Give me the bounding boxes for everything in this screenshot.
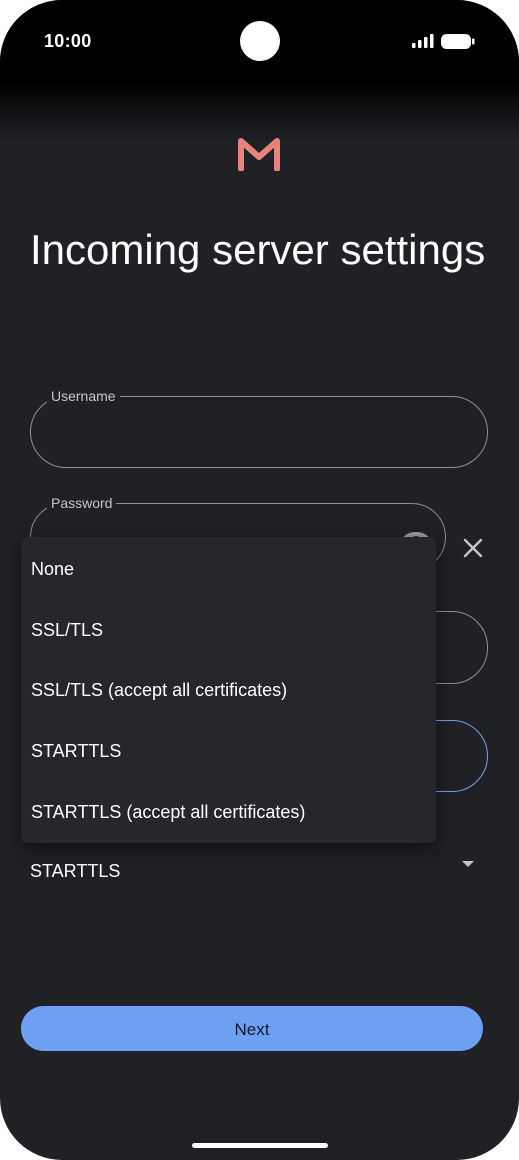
phone-screen: 10:00 Incoming server settings Username … <box>0 0 519 1160</box>
status-time: 10:00 <box>44 31 92 51</box>
next-button[interactable]: Next <box>21 1006 483 1051</box>
menu-item-starttls[interactable]: STARTTLS <box>21 721 436 781</box>
home-indicator[interactable] <box>192 1143 328 1148</box>
password-label: Password <box>47 494 117 512</box>
menu-item-starttls-accept-all[interactable]: STARTTLS (accept all certificates) <box>21 782 436 842</box>
header-fade <box>0 82 519 142</box>
username-field[interactable]: Username <box>30 387 488 468</box>
security-select-value[interactable]: STARTTLS <box>30 861 120 882</box>
security-dropdown-menu: None SSL/TLS SSL/TLS (accept all certifi… <box>21 537 436 843</box>
username-label: Username <box>47 387 120 405</box>
page-title: Incoming server settings <box>30 226 486 273</box>
menu-item-none[interactable]: None <box>21 539 436 599</box>
camera-cutout <box>240 21 280 61</box>
status-bar: 10:00 <box>0 0 519 82</box>
m-logo-icon <box>238 138 280 171</box>
menu-item-ssl-tls-accept-all[interactable]: SSL/TLS (accept all certificates) <box>21 660 436 720</box>
battery-icon <box>441 34 475 49</box>
menu-item-ssl-tls[interactable]: SSL/TLS <box>21 600 436 660</box>
close-icon[interactable] <box>463 538 483 558</box>
dropdown-arrow-icon[interactable] <box>461 860 475 868</box>
signal-icon <box>412 34 434 48</box>
